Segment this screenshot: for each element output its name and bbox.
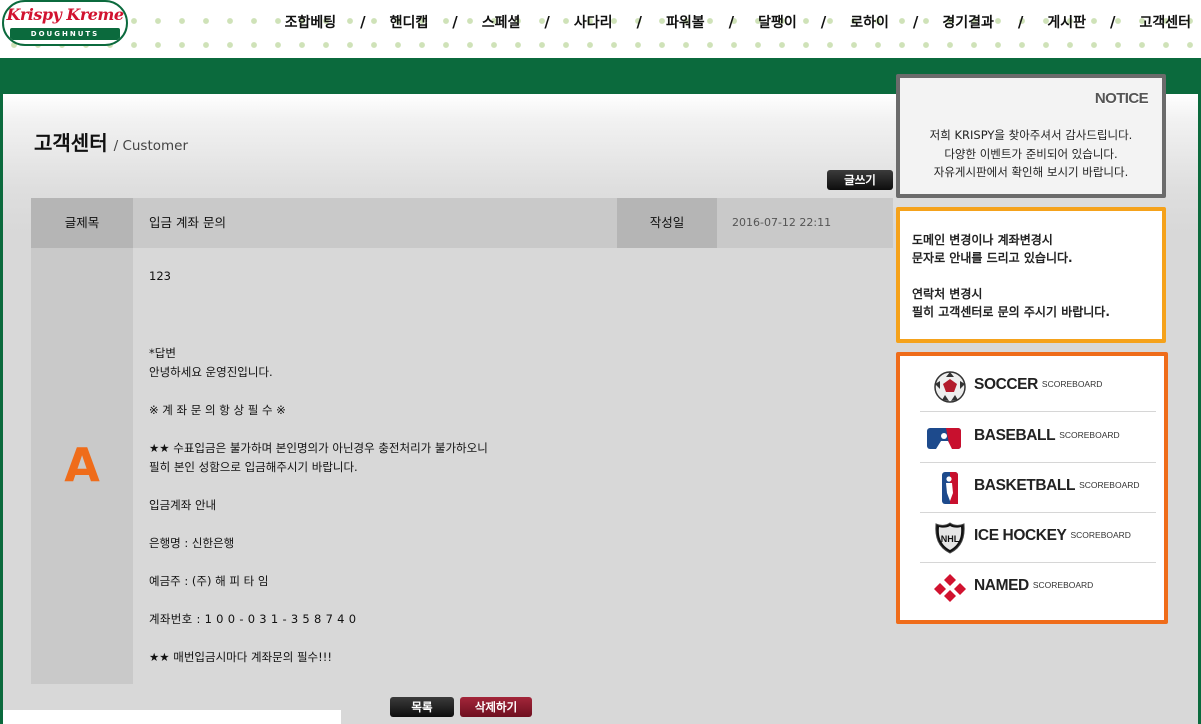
article-header-row: 글제목 입금 계좌 문의 작성일 2016-07-12 22:11 [31,198,893,248]
info-text: 도메인 변경이나 계좌변경시 문자로 안내를 드리고 있습니다. 연락처 변경시… [912,231,1110,321]
scoreboard-sub: SCOREBOARD [1079,480,1140,490]
scoreboard-item-soccer[interactable]: SOCCER SCOREBOARD [920,362,1156,412]
scoreboard-title: ICE HOCKEY [974,527,1067,544]
bottom-white-strip [3,710,341,724]
nav-item-combo-betting[interactable]: 조합베팅 [285,12,337,32]
nav-separator: / [452,13,458,31]
notice-box: NOTICE 저희 KRISPY을 찾아주셔서 감사드립니다. 다양한 이벤트가… [896,74,1166,198]
article-body-row: A 123 *답변 안녕하세요 운영진입니다. ※ 계 좌 문 의 항 상 필 … [31,248,893,684]
info-line: 문자로 안내를 드리고 있습니다. [912,251,1073,265]
info-line-spacer [912,267,1110,285]
scoreboard-title: NAMED [974,577,1029,594]
nav-separator: / [544,13,550,31]
body-line-name-deposit: 필히 본인 성함으로 입금해주시기 바랍니다. [149,460,358,474]
notice-title: NOTICE [1094,90,1149,107]
nav-item-board[interactable]: 게시판 [1047,12,1086,32]
scoreboard-title: BASKETBALL [974,477,1076,494]
scoreboard-title: BASEBALL [974,427,1056,444]
date-label: 작성일 [617,198,717,248]
info-line: 도메인 변경이나 계좌변경시 [912,233,1053,247]
nav-item-special[interactable]: 스페셜 [482,12,521,32]
nav-separator: / [912,13,919,31]
body-line-bank-name: 은행명 : 신한은행 [149,536,235,550]
body-line-account-number: 계좌번호 : 1 0 0 - 0 3 1 - 3 5 8 7 4 0 [149,612,357,626]
nav-separator: / [636,13,642,31]
nav-separator: / [360,13,366,31]
svg-text:NHL: NHL [941,534,960,544]
notice-line: 다양한 이벤트가 준비되어 있습니다. [944,146,1118,161]
soccer-ball-icon [934,371,966,403]
body-line-account-holder: 예금주 : (주) 해 피 타 임 [149,574,269,588]
krispy-kreme-logo[interactable]: Krispy Kreme DOUGHNUTS [2,0,128,46]
body-line-greeting: 안녕하세요 운영진입니다. [149,365,273,379]
scoreboard-item-basketball[interactable]: BASKETBALL SCOREBOARD [920,463,1156,513]
scoreboard-sub: SCOREBOARD [1070,530,1131,540]
logo-script-text: Krispy Kreme [6,5,124,24]
date-value: 2016-07-12 22:11 [717,198,893,248]
scoreboard-sub: SCOREBOARD [1059,430,1120,440]
nav-item-snail[interactable]: 달팽이 [758,12,797,32]
page-subtitle: / Customer [113,138,189,154]
nav-item-lowhigh[interactable]: 로하이 [850,12,889,32]
info-box: 도메인 변경이나 계좌변경시 문자로 안내를 드리고 있습니다. 연락처 변경시… [896,207,1166,343]
nav-separator: / [1017,13,1024,31]
body-line-question: 123 [149,269,171,283]
nav-item-results[interactable]: 경기결과 [942,12,994,32]
answer-column: A [31,248,133,684]
scoreboard-name: ICE HOCKEY SCOREBOARD [974,527,1131,545]
scoreboard-item-named[interactable]: NAMED SCOREBOARD [920,563,1156,613]
body-line-check-warning: ★★ 수표입금은 불가하며 본인명의가 아닌경우 충전처리가 불가하오니 [149,441,488,455]
nav-separator: / [1109,13,1116,31]
answer-marker: A [64,438,100,492]
scoreboard-item-baseball[interactable]: BASEBALL SCOREBOARD [920,413,1156,463]
nhl-logo-icon: NHL [935,522,965,554]
nav-item-ladder[interactable]: 사다리 [574,12,613,32]
list-button[interactable]: 목록 [390,697,454,717]
body-line-account-guide: 입금계좌 안내 [149,498,217,512]
nav-item-customer-center[interactable]: 고객센터 [1139,12,1191,32]
article-view: 글제목 입금 계좌 문의 작성일 2016-07-12 22:11 A 123 … [31,198,893,684]
scoreboard-sub: SCOREBOARD [1032,580,1094,590]
nav-separator: / [728,13,735,31]
notice-line: 자유게시판에서 확인해 보시기 바랍니다. [933,165,1129,179]
nav-item-powerball[interactable]: 파워볼 [666,12,705,32]
nav-item-handicap[interactable]: 핸디캡 [390,12,429,32]
body-line-account-notice: ※ 계 좌 문 의 항 상 필 수 ※ [149,403,286,417]
title-value: 입금 계좌 문의 [133,198,617,248]
write-button[interactable]: 글쓰기 [827,170,893,190]
named-logo-icon [934,574,966,602]
logo-band-text: DOUGHNUTS [10,28,120,40]
notice-text: 저희 KRISPY을 찾아주셔서 감사드립니다. 다양한 이벤트가 준비되어 있… [900,126,1162,182]
info-line: 필히 고객센터로 문의 주시기 바랍니다. [912,305,1110,319]
title-label: 글제목 [31,198,133,248]
main-nav: 조합베팅 / 핸디캡 / 스페셜 / 사다리 / 파워볼 / 달팽이 / 로하이… [285,9,1191,35]
scoreboard-name: BASEBALL SCOREBOARD [974,427,1120,445]
notice-line: 저희 KRISPY을 찾아주셔서 감사드립니다. [929,128,1133,142]
site-header: Krispy Kreme DOUGHNUTS 조합베팅 / 핸디캡 / 스페셜 … [0,0,1201,58]
page-title-text: 고객센터 [34,131,108,155]
article-body: 123 *답변 안녕하세요 운영진입니다. ※ 계 좌 문 의 항 상 필 수 … [133,248,893,684]
body-line-always-ask: ★★ 매번입금시마다 계좌문의 필수!!! [149,650,332,664]
scoreboard-name: NAMED SCOREBOARD [974,577,1093,595]
scoreboard-name: SOCCER SCOREBOARD [974,376,1102,394]
scoreboard-title: SOCCER [974,376,1038,393]
scoreboard-name: BASKETBALL SCOREBOARD [974,477,1140,495]
info-line: 연락처 변경시 [912,287,983,301]
mlb-logo-icon [927,428,961,449]
delete-button[interactable]: 삭제하기 [460,697,532,717]
nav-separator: / [820,13,827,31]
nba-logo-icon [942,472,958,504]
body-line-answer-tag: *답변 [149,346,176,360]
page-title: 고객센터 / Customer [34,127,188,156]
scoreboard-item-ice-hockey[interactable]: NHL ICE HOCKEY SCOREBOARD [920,513,1156,563]
scoreboard-sub: SCOREBOARD [1041,379,1103,389]
scoreboard-box: SOCCER SCOREBOARD BASEBALL SCOREBOARD BASK… [896,352,1168,624]
